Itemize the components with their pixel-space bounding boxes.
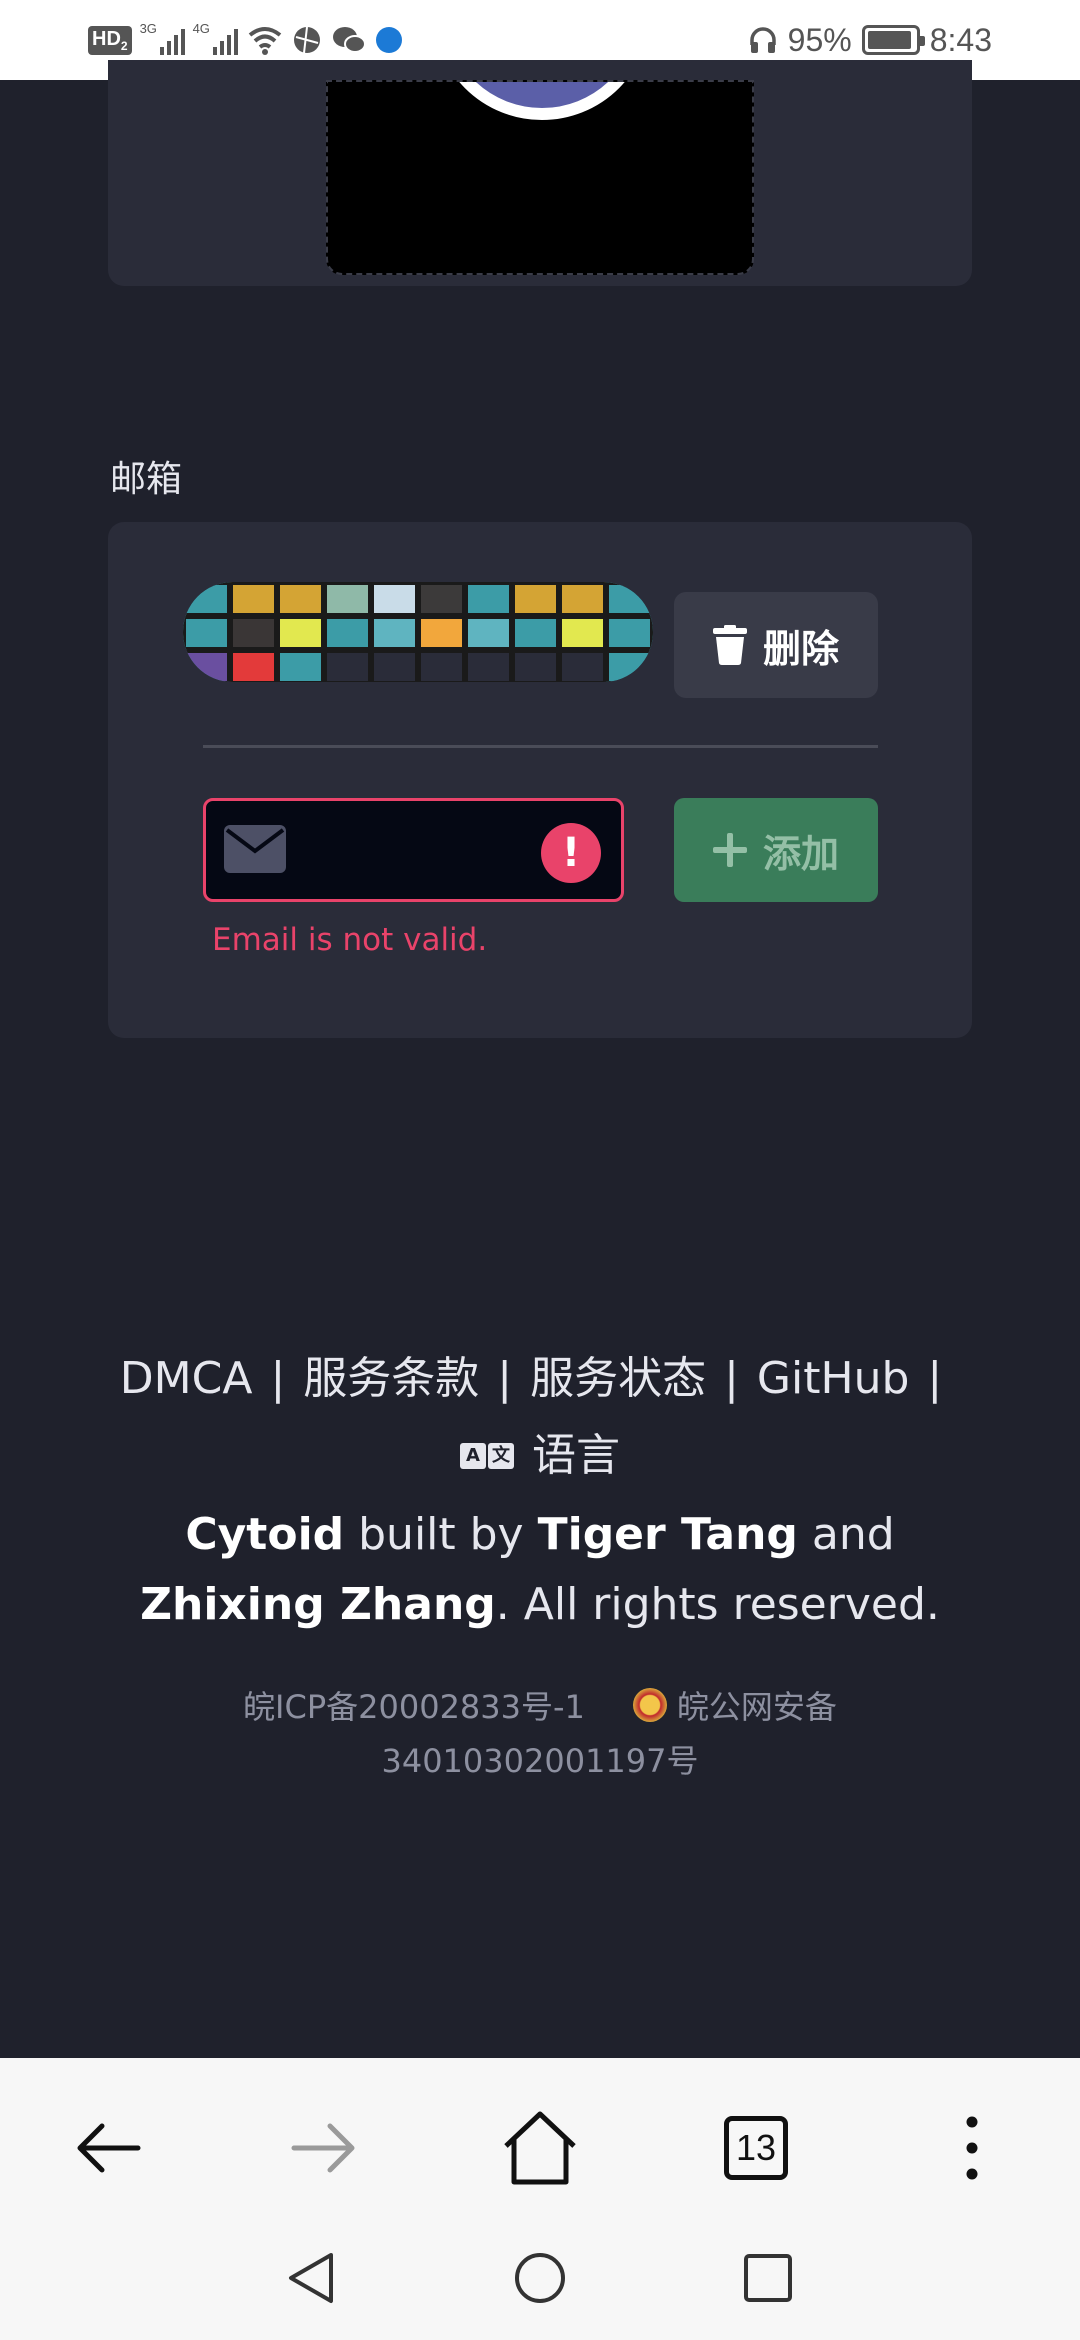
- tabs-button[interactable]: 13: [706, 2098, 806, 2198]
- email-input[interactable]: [296, 801, 526, 899]
- signal-4g-icon: 4G: [193, 21, 238, 55]
- footer: DMCA | 服务条款 | 服务状态 | GitHub | A文 语言 Cytoid buil…: [0, 1345, 1080, 1788]
- forward-button[interactable]: [274, 2098, 374, 2198]
- email-section-label: 邮箱: [110, 459, 183, 500]
- add-button-label: 添加: [762, 831, 839, 876]
- icp-records: 皖ICP备20002833号-1 皖公网安备 34010302001197号: [0, 1680, 1080, 1788]
- credits: Cytoid built by Tiger Tang and Zhixing Z…: [140, 1509, 940, 1630]
- footer-link-dmca[interactable]: DMCA: [120, 1353, 253, 1404]
- wifi-icon: [248, 27, 281, 55]
- separator: |: [724, 1353, 739, 1404]
- home-icon: [504, 2111, 576, 2185]
- battery-icon: [861, 25, 925, 55]
- system-back-button[interactable]: [270, 2238, 350, 2318]
- status-icons-right: 95% 8:43: [748, 22, 992, 59]
- status-icons-left: HD2 3G 4G: [88, 21, 402, 55]
- icp-record-link[interactable]: 皖ICP备20002833号-1: [243, 1688, 585, 1726]
- home-button[interactable]: [490, 2098, 590, 2198]
- footer-link-status[interactable]: 服务状态: [530, 1353, 706, 1404]
- back-button[interactable]: [58, 2098, 158, 2198]
- email-field[interactable]: !: [203, 798, 624, 902]
- separator: |: [497, 1353, 513, 1404]
- circle-home-icon: [515, 2253, 565, 2303]
- divider: [203, 745, 878, 748]
- menu-button[interactable]: [922, 2098, 1022, 2198]
- delete-email-button[interactable]: 删除: [674, 592, 878, 698]
- trash-icon: [712, 625, 747, 665]
- language-label: 语言: [532, 1430, 620, 1481]
- more-vertical-icon: [966, 2116, 978, 2180]
- footer-links: DMCA | 服务条款 | 服务状态 | GitHub | A文 语言: [0, 1345, 1080, 1490]
- separator: |: [270, 1353, 286, 1404]
- avatar-card: [108, 60, 972, 286]
- triangle-back-icon: [289, 2253, 333, 2303]
- system-home-button[interactable]: [500, 2238, 580, 2318]
- police-badge-icon: [632, 1688, 667, 1722]
- square-recents-icon: [744, 2254, 792, 2302]
- delete-button-label: 删除: [762, 626, 839, 671]
- add-email-button[interactable]: 添加: [674, 798, 878, 902]
- separator: |: [927, 1353, 943, 1404]
- avatar-upload-area[interactable]: [326, 80, 754, 275]
- browser-app-icon: [293, 26, 320, 54]
- footer-link-terms[interactable]: 服务条款: [303, 1353, 479, 1404]
- author-name: Zhixing Zhang: [140, 1579, 496, 1630]
- tab-count: 13: [724, 2116, 788, 2180]
- headphones-icon: [749, 27, 776, 53]
- email-card: 删除 ! 添加 Email is not valid.: [108, 522, 972, 1038]
- plus-icon: [712, 833, 747, 867]
- envelope-icon: [224, 825, 286, 873]
- arrow-left-icon: [77, 2123, 141, 2173]
- browser-actions: 13: [0, 2098, 1080, 2198]
- brand-name: Cytoid: [185, 1509, 345, 1560]
- system-recents-button[interactable]: [728, 2238, 808, 2318]
- error-exclamation-icon: !: [541, 823, 601, 883]
- redacted-email-address: [183, 582, 653, 682]
- hd-badge: HD2: [88, 25, 132, 55]
- author-name: Tiger Tang: [537, 1509, 798, 1560]
- wechat-icon: [332, 27, 366, 53]
- arrow-right-icon: [291, 2123, 355, 2173]
- system-navigation-bar: [0, 2238, 1080, 2318]
- app-notification-icon: [375, 27, 402, 53]
- battery-fill: [867, 31, 912, 49]
- battery-percent: 95%: [787, 21, 852, 58]
- avatar: [433, 82, 651, 120]
- footer-link-github[interactable]: GitHub: [757, 1353, 909, 1404]
- signal-3g-icon: 3G: [140, 21, 185, 55]
- language-switcher[interactable]: A文 语言: [460, 1422, 620, 1490]
- browser-toolbar: 13: [0, 2058, 1080, 2340]
- translate-icon: A文: [460, 1443, 514, 1469]
- email-error-message: Email is not valid.: [212, 922, 488, 958]
- clock: 8:43: [929, 21, 992, 58]
